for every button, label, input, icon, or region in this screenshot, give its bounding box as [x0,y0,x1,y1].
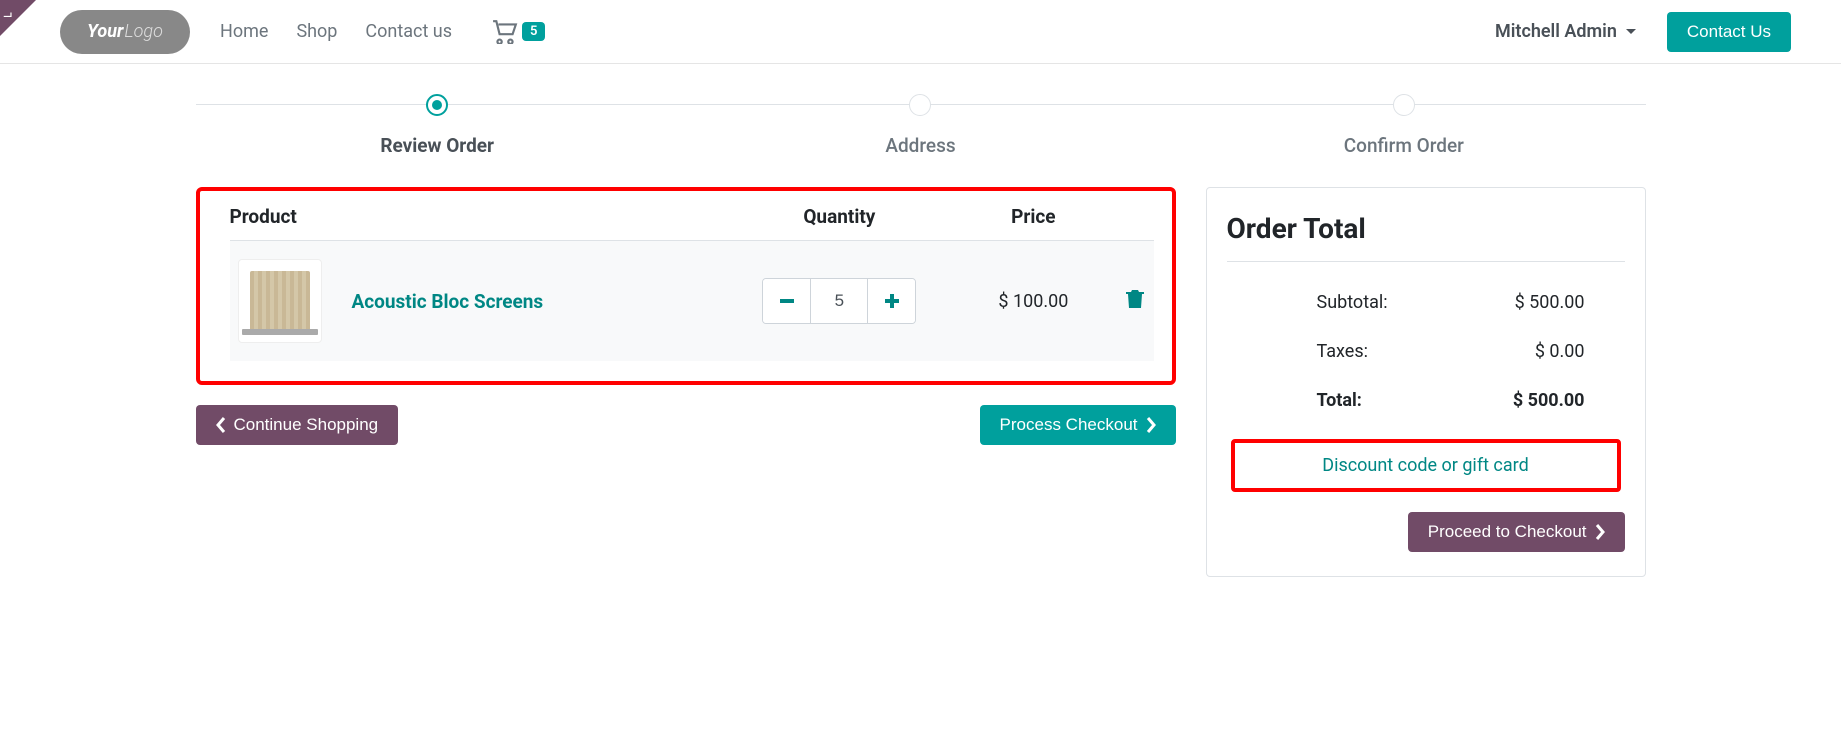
quantity-stepper [762,278,916,324]
chevron-right-icon [1146,417,1156,433]
user-menu[interactable]: Mitchell Admin [1495,21,1637,42]
qty-increase-button[interactable] [867,279,915,323]
taxes-line: Taxes: $ 0.00 [1227,341,1625,362]
checkout-steps: Review Order Address Confirm Order [196,94,1646,157]
discount-highlight-box: Discount code or gift card [1231,439,1621,492]
user-name: Mitchell Admin [1495,21,1617,42]
proceed-checkout-label: Proceed to Checkout [1428,522,1587,542]
contact-us-button[interactable]: Contact Us [1667,12,1791,52]
process-checkout-button[interactable]: Process Checkout [980,405,1176,445]
proceed-checkout-button[interactable]: Proceed to Checkout [1408,512,1625,552]
top-navbar: YourLogo Home Shop Contact us 5 Mitchell… [0,0,1841,64]
chevron-right-icon [1595,524,1605,540]
total-line: Total: $ 500.00 [1227,390,1625,411]
table-row: Acoustic Bloc Screens [230,241,1154,362]
step-label: Review Order [196,134,679,157]
trash-icon [1126,289,1144,309]
subtotal-line: Subtotal: $ 500.00 [1227,292,1625,313]
cart-icon [492,20,518,44]
corner-ribbon[interactable] [0,0,36,36]
site-logo[interactable]: YourLogo [60,10,190,54]
order-total-box: Order Total Subtotal: $ 500.00 Taxes: $ … [1206,187,1646,577]
cart-count-badge: 5 [522,22,545,41]
discount-code-link[interactable]: Discount code or gift card [1322,455,1528,476]
th-quantity: Quantity [728,205,950,241]
line-price: $ 100.00 [950,241,1116,362]
process-checkout-label: Process Checkout [1000,415,1138,435]
step-dot-icon [1393,94,1415,116]
step-label: Address [679,134,1162,157]
total-value: $ 500.00 [1513,390,1585,411]
cart-table: Product Quantity Price Acoustic Bloc Scr [230,205,1154,361]
step-dot-icon [426,94,448,116]
th-price: Price [950,205,1116,241]
step-address[interactable]: Address [679,94,1162,157]
cart-link[interactable]: 5 [492,20,545,44]
taxes-label: Taxes: [1317,341,1369,362]
order-total-title: Order Total [1227,212,1625,262]
step-review[interactable]: Review Order [196,94,679,157]
taxes-value: $ 0.00 [1535,341,1585,362]
th-product: Product [230,205,729,241]
cart-highlight-box: Product Quantity Price Acoustic Bloc Scr [196,187,1176,385]
minus-icon [780,299,794,303]
step-dot-icon [909,94,931,116]
chevron-left-icon [216,417,226,433]
product-image[interactable] [238,259,322,343]
step-label: Confirm Order [1162,134,1645,157]
subtotal-value: $ 500.00 [1515,292,1585,313]
plus-icon [885,294,899,308]
continue-shopping-button[interactable]: Continue Shopping [196,405,399,445]
product-name-link[interactable]: Acoustic Bloc Screens [352,290,544,313]
remove-line-button[interactable] [1126,289,1144,312]
step-confirm[interactable]: Confirm Order [1162,94,1645,157]
total-label: Total: [1317,390,1362,411]
nav-contact[interactable]: Contact us [365,21,452,42]
caret-down-icon [1625,28,1637,36]
nav-home[interactable]: Home [220,21,268,42]
qty-decrease-button[interactable] [763,279,811,323]
nav-links: Home Shop Contact us [220,21,452,42]
continue-shopping-label: Continue Shopping [234,415,379,435]
nav-shop[interactable]: Shop [296,21,337,42]
qty-input[interactable] [811,279,867,323]
subtotal-label: Subtotal: [1317,292,1388,313]
